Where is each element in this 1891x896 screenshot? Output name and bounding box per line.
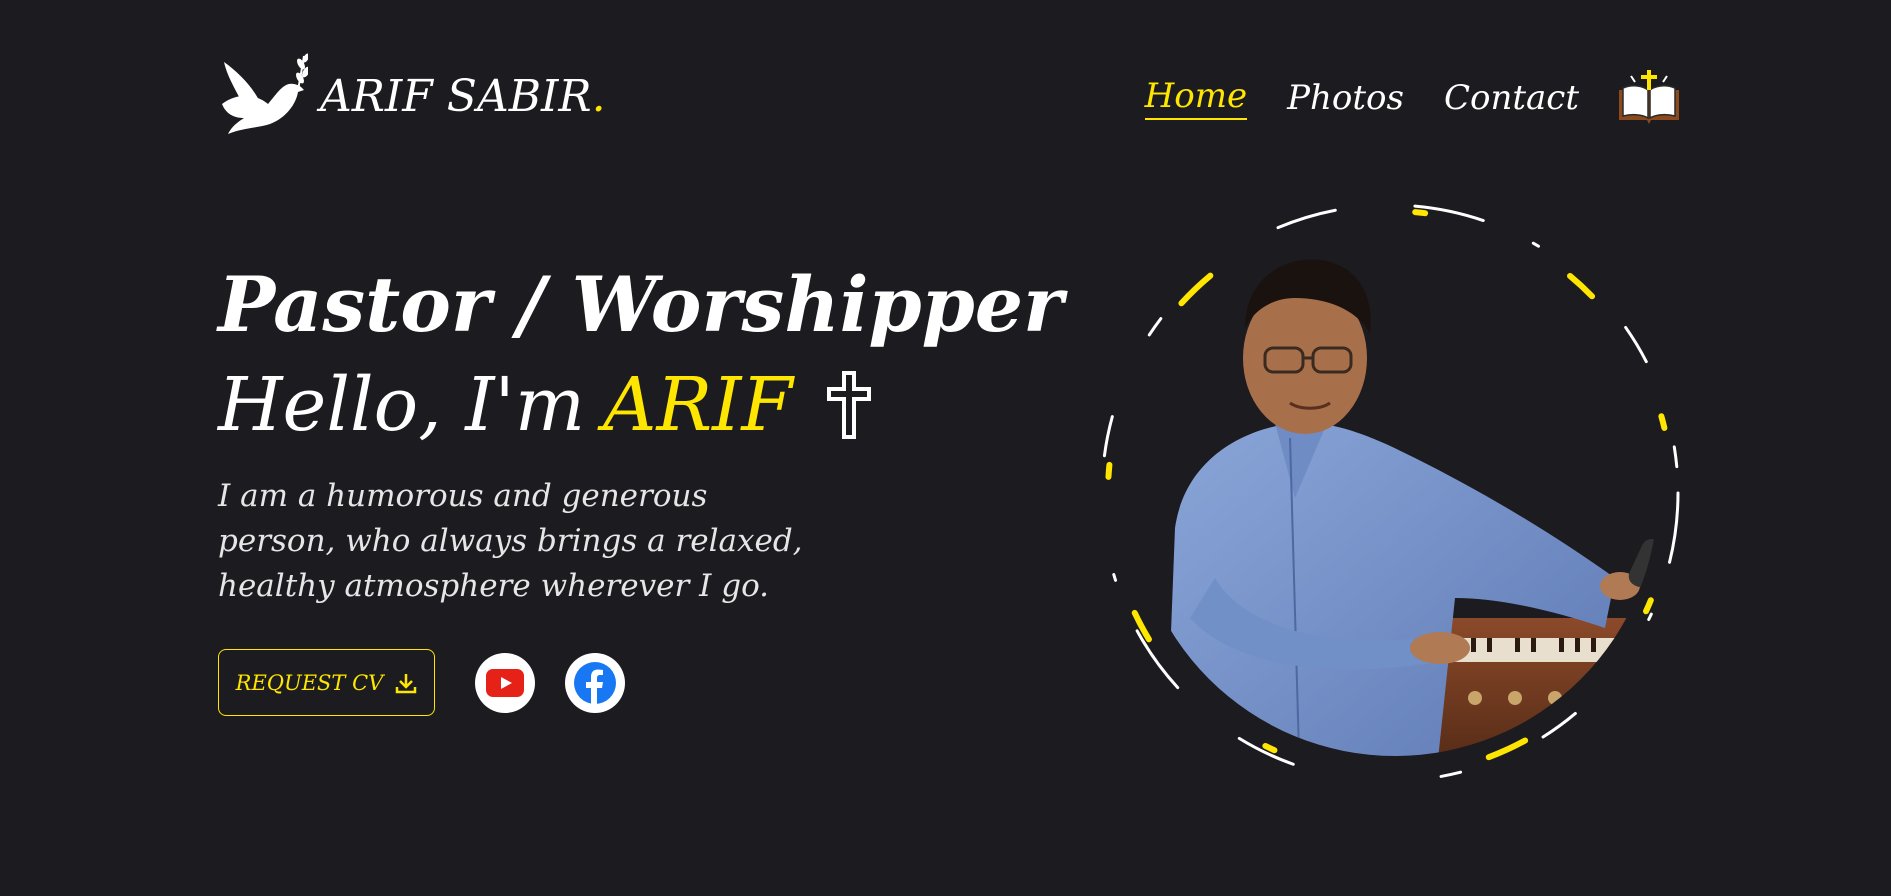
cross-icon [826, 371, 871, 439]
greeting-name: ARIF [603, 362, 793, 448]
download-icon [396, 673, 417, 693]
logo-dot: . [591, 70, 606, 122]
request-cv-button[interactable]: REQUEST CV [218, 649, 435, 716]
nav-photos[interactable]: Photos [1287, 78, 1404, 118]
facebook-link[interactable] [565, 653, 625, 713]
hero-greeting: Hello, I'm ARIF [218, 362, 871, 448]
youtube-icon [486, 669, 524, 697]
hero-bio: I am a humorous and generous person, who… [218, 478, 803, 604]
logo-name-text: ARIF SABIR [320, 70, 592, 122]
dove-icon [222, 53, 308, 134]
greeting-prefix: Hello, I'm [218, 362, 586, 448]
logo-name: ARIF SABIR. [320, 71, 606, 122]
nav-home[interactable]: Home [1144, 76, 1248, 120]
nav-contact[interactable]: Contact [1444, 78, 1579, 118]
hero-role-heading: Pastor / Worshipper [218, 260, 1064, 349]
facebook-icon [574, 662, 616, 704]
portrait: Pi [1095, 198, 1685, 788]
request-cv-label: REQUEST CV [235, 670, 384, 695]
main-nav: Home Photos Contact [1105, 70, 1681, 126]
youtube-link[interactable] [475, 653, 535, 713]
logo[interactable]: ARIF SABIR. [218, 52, 606, 140]
bible-icon[interactable] [1617, 70, 1681, 126]
portrait-image: Pi [1100, 203, 1680, 783]
